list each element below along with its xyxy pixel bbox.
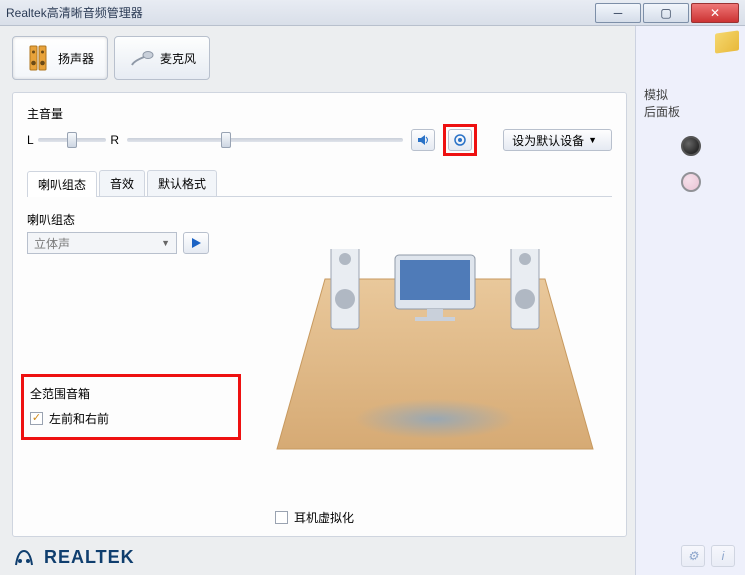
tab-speakers-label: 扬声器 [58, 50, 94, 67]
realtek-logo-icon [12, 545, 36, 569]
test-play-button[interactable] [183, 232, 209, 254]
info-button[interactable]: i [711, 545, 735, 567]
set-default-button[interactable]: 设为默认设备 ▼ [503, 129, 612, 151]
speaker-config-value: 立体声 [34, 235, 70, 252]
microphone-icon [128, 43, 154, 73]
close-button[interactable]: ✕ [691, 3, 739, 23]
jack-lineout[interactable] [681, 136, 701, 156]
highlighted-section-2: 全范围音箱 左前和右前 [21, 374, 241, 440]
jack-mic[interactable] [681, 172, 701, 192]
main-volume-row: L R 设为默 [27, 124, 612, 156]
brand-bar: REALTEK [12, 545, 627, 569]
speaker-stage: 耳机虚拟化 [261, 211, 612, 530]
maximize-button[interactable]: ▢ [643, 3, 689, 23]
balance-slider[interactable]: L R [27, 133, 119, 147]
speaker-config-title: 喇叭组态 [27, 211, 247, 228]
equalizer-icon [453, 133, 467, 147]
side-label-rear: 后面板 [644, 103, 737, 120]
main-volume-label: 主音量 [27, 105, 612, 122]
advanced-button[interactable]: ⚙ [681, 545, 705, 567]
sound-icon [416, 133, 430, 147]
subtab-default-format[interactable]: 默认格式 [147, 170, 217, 196]
chevron-down-icon: ▼ [588, 135, 597, 145]
speaker-config-select[interactable]: 立体声 ▼ [27, 232, 177, 254]
tab-microphone[interactable]: 麦克风 [114, 36, 210, 80]
window-title: Realtek高清晰音频管理器 [6, 4, 143, 21]
minimize-button[interactable]: ─ [595, 3, 641, 23]
mute-button[interactable] [411, 129, 435, 151]
side-label-analog: 模拟 [644, 86, 737, 103]
tab-mic-label: 麦克风 [160, 50, 196, 67]
balance-left-label: L [27, 133, 34, 147]
subtab-sound-effects[interactable]: 音效 [99, 170, 145, 196]
main-panel: 主音量 L R [12, 92, 627, 537]
room-illustration [275, 249, 595, 489]
speaker-icon [26, 43, 52, 73]
subtab-speaker-config[interactable]: 喇叭组态 [27, 171, 97, 197]
front-lr-checkbox[interactable] [30, 412, 43, 425]
chevron-down-icon: ▼ [161, 238, 170, 248]
highlighted-button-1 [443, 124, 477, 156]
balance-right-label: R [110, 133, 119, 147]
content-area: 喇叭组态 立体声 ▼ 全范围音箱 [27, 197, 612, 530]
device-tabs: 扬声器 麦克风 [12, 36, 627, 80]
brand-text: REALTEK [44, 547, 135, 568]
title-bar: Realtek高清晰音频管理器 ─ ▢ ✕ [0, 0, 745, 26]
side-panel: 模拟 后面板 ⚙ i [635, 26, 745, 575]
folder-icon[interactable] [715, 30, 739, 53]
volume-slider[interactable] [127, 138, 403, 142]
front-lr-label: 左前和右前 [49, 410, 109, 427]
play-icon [190, 237, 202, 249]
full-range-title: 全范围音箱 [30, 385, 208, 402]
headphone-virt-checkbox[interactable] [275, 511, 288, 524]
sub-tabs: 喇叭组态 音效 默认格式 [27, 170, 612, 197]
sound-effects-button[interactable] [448, 129, 472, 151]
set-default-label: 设为默认设备 [512, 132, 584, 149]
tab-speakers[interactable]: 扬声器 [12, 36, 108, 80]
headphone-virt-label: 耳机虚拟化 [294, 509, 354, 526]
